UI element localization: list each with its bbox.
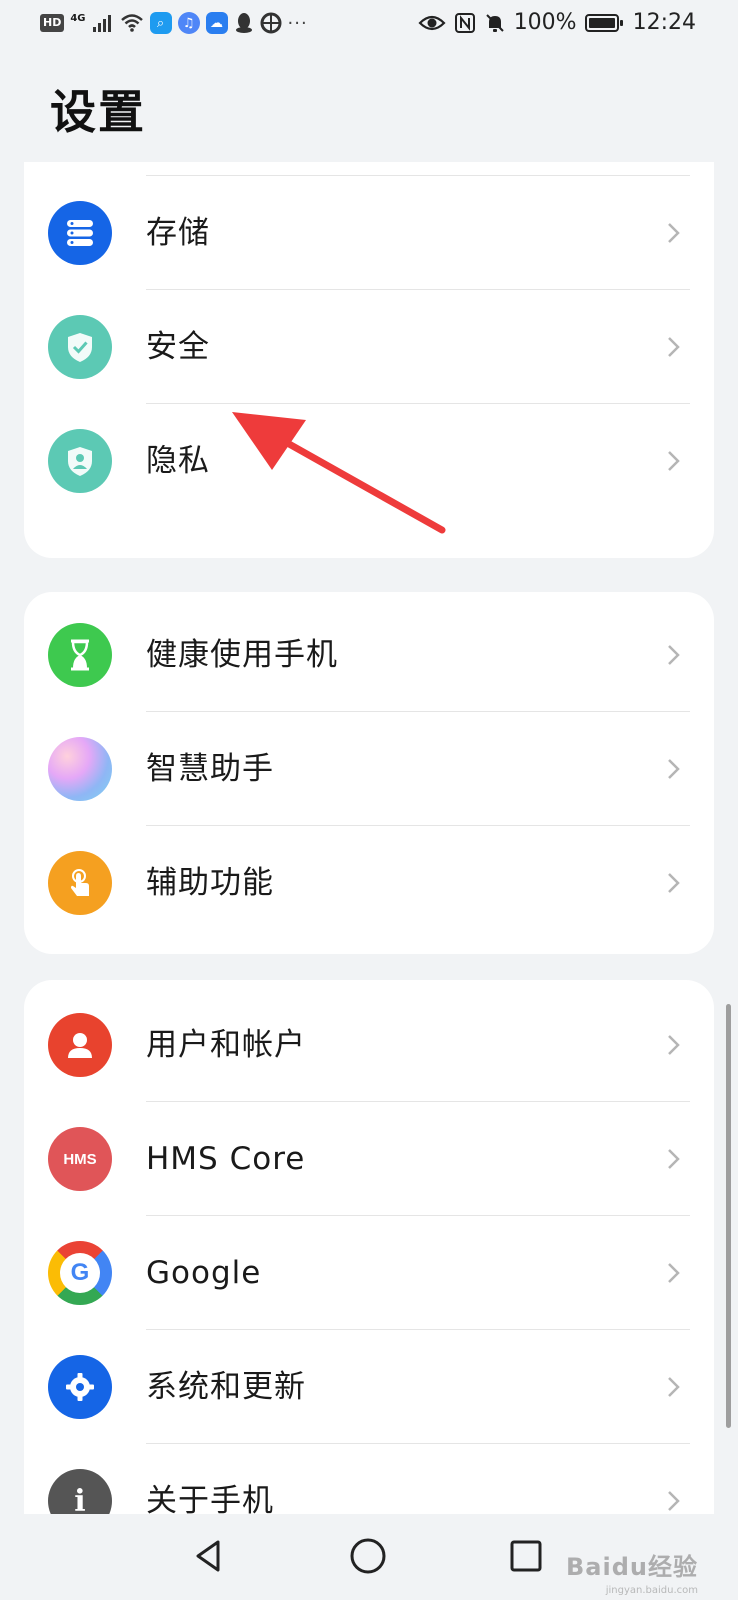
- recents-button[interactable]: [504, 1534, 548, 1578]
- settings-item-hms-core[interactable]: HMS HMS Core: [24, 1102, 714, 1216]
- network-type: 4G: [70, 12, 86, 24]
- settings-item-label: 智慧助手: [146, 751, 274, 787]
- hd-badge: HD: [40, 14, 65, 32]
- settings-group-system: 用户和帐户 HMS HMS Core G Google 系统和更新 i 关于手机: [24, 980, 714, 1514]
- battery-icon: [584, 13, 623, 32]
- settings-item-label: 健康使用手机: [146, 637, 338, 673]
- settings-group-wellbeing: 健康使用手机 智慧助手 辅助功能: [24, 592, 714, 954]
- settings-item-label: 系统和更新: [146, 1369, 306, 1405]
- nfc-icon: [454, 12, 475, 33]
- shield-check-icon: [48, 315, 112, 379]
- settings-item-smart-assistant[interactable]: 智慧助手: [24, 712, 714, 826]
- chevron-right-icon: [668, 645, 680, 665]
- mute-bell-icon: [485, 13, 504, 32]
- settings-item-privacy[interactable]: 隐私: [24, 404, 714, 518]
- more-notifications-icon: ···: [287, 12, 308, 34]
- clock: 12:24: [632, 10, 696, 35]
- settings-item-label: 电池: [146, 162, 210, 176]
- status-left-icons: HD 4G ⌕ ♫ ☁ ···: [40, 12, 308, 34]
- settings-item-battery[interactable]: 电池: [24, 162, 714, 176]
- settings-item-label: Google: [146, 1255, 262, 1291]
- search-app-icon: ⌕: [149, 12, 172, 34]
- page-title: 设置: [50, 85, 146, 139]
- settings-item-digital-balance[interactable]: 健康使用手机: [24, 598, 714, 712]
- privacy-shield-icon: [48, 429, 112, 493]
- settings-item-about-phone[interactable]: i 关于手机: [24, 1444, 714, 1514]
- chevron-right-icon: [668, 1377, 680, 1397]
- chevron-right-icon: [668, 223, 680, 243]
- google-g: G: [60, 1253, 100, 1293]
- browser-icon: [260, 12, 282, 34]
- music-app-icon: ♫: [177, 12, 200, 34]
- cloud-app-icon: ☁: [205, 12, 228, 34]
- chevron-right-icon: [668, 1263, 680, 1283]
- watermark: Baidu经验: [566, 1553, 698, 1581]
- settings-group-device: 电池 存储 安全 隐私: [24, 162, 714, 558]
- chevron-right-icon: [668, 337, 680, 357]
- chevron-right-icon: [668, 1491, 680, 1511]
- scrollbar[interactable]: [726, 1004, 731, 1428]
- settings-item-security[interactable]: 安全: [24, 290, 714, 404]
- user-icon: [48, 1013, 112, 1077]
- assistant-orb-icon: [48, 737, 112, 801]
- settings-item-google[interactable]: G Google: [24, 1216, 714, 1330]
- chevron-right-icon: [668, 451, 680, 471]
- eye-comfort-icon: [418, 15, 446, 30]
- settings-item-label: 存储: [146, 215, 210, 251]
- chevron-right-icon: [668, 759, 680, 779]
- status-right-icons: 100% 12:24: [418, 10, 696, 35]
- chevron-right-icon: [668, 1035, 680, 1055]
- settings-item-label: 隐私: [146, 443, 210, 479]
- settings-item-storage[interactable]: 存储: [24, 176, 714, 290]
- hourglass-icon: [48, 623, 112, 687]
- hms-logo-icon: HMS: [48, 1127, 112, 1191]
- qq-icon: [235, 13, 252, 33]
- hand-tap-icon: [48, 851, 112, 915]
- home-button[interactable]: [346, 1534, 390, 1578]
- status-bar: HD 4G ⌕ ♫ ☁ ··· 100% 12:24: [0, 0, 738, 52]
- wifi-icon: [120, 14, 143, 32]
- settings-item-system-update[interactable]: 系统和更新: [24, 1330, 714, 1444]
- settings-item-label: 辅助功能: [146, 865, 274, 901]
- settings-item-label: 关于手机: [146, 1483, 274, 1514]
- info-icon: i: [48, 1469, 112, 1514]
- signal-icon: [92, 15, 111, 32]
- settings-item-users-accounts[interactable]: 用户和帐户: [24, 988, 714, 1102]
- navigation-bar: Baidu经验 jingyan.baidu.com: [0, 1514, 738, 1600]
- chevron-right-icon: [668, 1149, 680, 1169]
- watermark-url: jingyan.baidu.com: [605, 1585, 698, 1596]
- gear-icon: [48, 1355, 112, 1419]
- back-button[interactable]: [188, 1534, 232, 1578]
- settings-list[interactable]: 电池 存储 安全 隐私: [0, 162, 738, 1514]
- storage-icon: [48, 201, 112, 265]
- settings-item-accessibility[interactable]: 辅助功能: [24, 826, 714, 940]
- battery-percent: 100%: [513, 10, 577, 35]
- settings-item-label: 用户和帐户: [146, 1027, 306, 1063]
- battery-level-fill: [588, 17, 615, 28]
- settings-item-label: 安全: [146, 329, 210, 365]
- chevron-right-icon: [668, 873, 680, 893]
- settings-item-label: HMS Core: [146, 1141, 306, 1177]
- google-logo-icon: G: [48, 1241, 112, 1305]
